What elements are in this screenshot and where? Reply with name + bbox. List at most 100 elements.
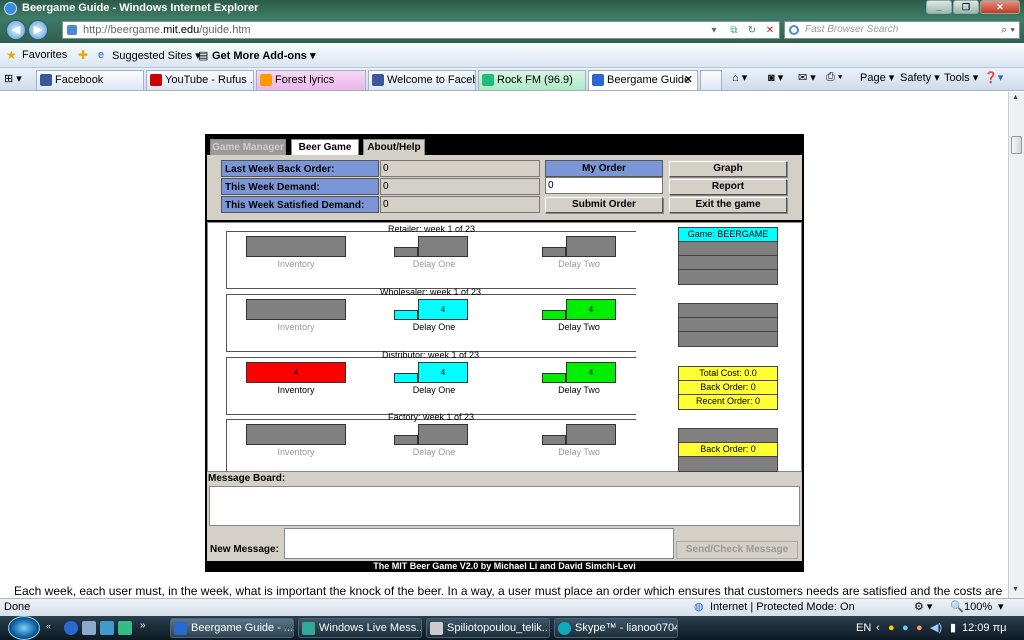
wholesaler-info-stack xyxy=(678,303,778,347)
globe-icon: ◍ xyxy=(694,601,704,613)
satisfied-demand-value: 0 xyxy=(380,196,540,213)
tab-forest-lyrics[interactable]: Forest lyrics xyxy=(256,70,366,90)
restore-button[interactable]: ❐ xyxy=(953,0,979,14)
compatibility-icon[interactable]: ⧉ xyxy=(727,24,741,37)
scroll-up-icon[interactable]: ▲ xyxy=(1012,94,1019,101)
info-cell xyxy=(679,304,777,318)
tab-welcome-facebook[interactable]: Welcome to Faceb... xyxy=(368,70,476,90)
url-path: /guide.htm xyxy=(199,24,251,36)
favorites-bar: ★ Favorites ✚ e Suggested Sites ▾ ▤ Get … xyxy=(0,43,1024,68)
taskbar-item-skype[interactable]: Skype™ - lianoo0704 xyxy=(554,618,678,638)
search-field[interactable]: Fast Browser Search ⌕ ▾ xyxy=(784,21,1020,39)
zoom-level[interactable]: 100% xyxy=(964,599,992,616)
forward-button[interactable]: ▶ xyxy=(28,20,48,40)
send-check-message-button[interactable]: Send/Check Message xyxy=(676,541,798,559)
address-bar[interactable]: http://beergame.mit.edu/guide.htm ▾ ⧉ ↻ … xyxy=(62,21,780,39)
scroll-down-icon[interactable]: ▼ xyxy=(1012,586,1019,593)
tab-game-manager[interactable]: Game Manager xyxy=(210,139,286,155)
recent-order-value: Recent Order: 0 xyxy=(679,395,777,409)
show-hidden-icons[interactable]: ‹ xyxy=(876,616,880,640)
tools-menu[interactable]: Tools ▾ xyxy=(944,71,978,84)
add-favorite-icon[interactable]: ✚ xyxy=(78,48,88,62)
ie-icon xyxy=(4,2,17,15)
retailer-delay-one-small xyxy=(394,247,418,257)
back-button[interactable]: ◀ xyxy=(6,20,26,40)
print-icon[interactable]: ⎙ ▾ xyxy=(826,71,842,84)
taskbar-item-beergame[interactable]: Beergame Guide - ... xyxy=(170,618,294,638)
exit-game-button[interactable]: Exit the game xyxy=(669,197,787,213)
start-button[interactable] xyxy=(8,616,40,640)
retailer-title: Retailer: week 1 of 23 xyxy=(388,224,476,234)
graph-button[interactable]: Graph xyxy=(669,161,787,177)
retailer-delay-two-label: Delay Two xyxy=(558,259,600,269)
distributor-title: Distributor: week 1 of 23 xyxy=(382,350,480,360)
mail-icon[interactable]: ✉ ▾ xyxy=(798,71,816,84)
factory-delay-one-box xyxy=(418,424,468,445)
submit-order-button[interactable]: Submit Order xyxy=(545,197,663,213)
language-indicator[interactable]: EN xyxy=(856,616,871,640)
retailer-info-stack: Game: BEERGAME xyxy=(678,227,778,285)
new-message-input[interactable] xyxy=(284,528,674,559)
quick-tabs-icon[interactable]: ⊞ ▾ xyxy=(4,72,22,85)
tray-network-icon[interactable]: ● xyxy=(888,616,895,640)
more-quicklaunch-icon[interactable]: » xyxy=(140,620,146,631)
distributor-info-stack: Total Cost: 0.0 Back Order: 0 Recent Ord… xyxy=(678,366,778,410)
tab-beergame-guide[interactable]: Beergame Guide ✕ xyxy=(588,70,698,90)
tab-rock-fm[interactable]: Rock FM (96.9) xyxy=(478,70,586,90)
retailer-inventory-box xyxy=(246,236,346,257)
wholesaler-delay-one-small xyxy=(394,310,418,320)
scroll-thumb[interactable] xyxy=(1011,136,1022,154)
tray-app-icon[interactable]: ● xyxy=(916,616,923,640)
tab-youtube[interactable]: YouTube - Rufus ... xyxy=(146,70,254,90)
vertical-scrollbar[interactable]: ▲ ▼ xyxy=(1008,92,1024,598)
help-icon[interactable]: ❓▾ xyxy=(984,71,1003,84)
home-icon[interactable]: ⌂ ▾ xyxy=(732,71,747,84)
zoom-dropdown-icon[interactable]: ▾ xyxy=(998,599,1004,616)
info-cell xyxy=(679,457,777,471)
ie-quicklaunch-icon[interactable] xyxy=(64,621,78,635)
tray-messenger-icon[interactable]: ● xyxy=(902,616,909,640)
info-cell xyxy=(679,332,777,346)
protected-mode-icon[interactable]: ⚙ ▾ xyxy=(914,599,932,616)
tray-volume-icon[interactable]: ◀) xyxy=(930,616,942,640)
info-cell xyxy=(679,256,777,270)
page-menu[interactable]: Page ▾ xyxy=(860,71,894,84)
url-prefix: http://beergame. xyxy=(83,24,164,36)
wholesaler-delay-two-small xyxy=(542,310,566,320)
security-zone[interactable]: Internet | Protected Mode: On xyxy=(710,599,855,616)
favorites-button[interactable]: Favorites xyxy=(22,49,67,61)
beer-game-applet: Game Manager Beer Game About/Help Last W… xyxy=(205,134,804,572)
factory-info-stack: Back Order: 0 xyxy=(678,428,778,472)
close-button[interactable]: ✕ xyxy=(980,0,1020,14)
tab-beer-game[interactable]: Beer Game xyxy=(291,139,359,155)
media-player-icon[interactable] xyxy=(118,621,132,635)
suggested-sites-button[interactable]: Suggested Sites ▾ xyxy=(112,49,201,62)
tray-power-icon[interactable]: ▮ xyxy=(950,616,956,640)
report-button[interactable]: Report xyxy=(669,179,787,195)
new-tab-button[interactable] xyxy=(700,70,722,90)
info-cell xyxy=(679,242,777,256)
close-tab-icon[interactable]: ✕ xyxy=(684,71,693,89)
message-board[interactable] xyxy=(209,486,800,526)
taskbar-item-live-messenger[interactable]: Windows Live Mess... xyxy=(298,618,422,638)
desktop-quicklaunch-icon[interactable] xyxy=(82,621,96,635)
address-row: ◀ ▶ http://beergame.mit.edu/guide.htm ▾ … xyxy=(0,17,1024,43)
feeds-icon[interactable]: ◙ ▾ xyxy=(768,71,783,84)
tab-facebook[interactable]: Facebook xyxy=(36,70,144,90)
search-icon[interactable]: ⌕ ▾ xyxy=(1001,22,1015,38)
refresh-icon[interactable]: ↻ xyxy=(745,24,759,37)
taskbar-item-document[interactable]: Spiliotopoulou_telik... xyxy=(426,618,550,638)
minimize-button[interactable]: _ xyxy=(926,0,952,14)
factory-delay-two-small xyxy=(542,435,566,445)
quicklaunch-arrow[interactable]: « xyxy=(46,621,51,631)
stop-icon[interactable]: ✕ xyxy=(763,24,777,37)
dropdown-icon[interactable]: ▾ xyxy=(707,24,721,37)
favorites-star-icon: ★ xyxy=(6,48,17,62)
switch-windows-icon[interactable] xyxy=(100,621,114,635)
order-input[interactable]: 0 xyxy=(545,177,663,194)
safety-menu[interactable]: Safety ▾ xyxy=(900,71,940,84)
addons-button[interactable]: Get More Add-ons ▾ xyxy=(212,49,316,62)
wholesaler-title: Wholesaler: week 1 of 23 xyxy=(380,287,482,297)
system-clock[interactable]: 12:09 πμ xyxy=(962,616,1007,640)
tab-about-help[interactable]: About/Help xyxy=(363,139,425,155)
